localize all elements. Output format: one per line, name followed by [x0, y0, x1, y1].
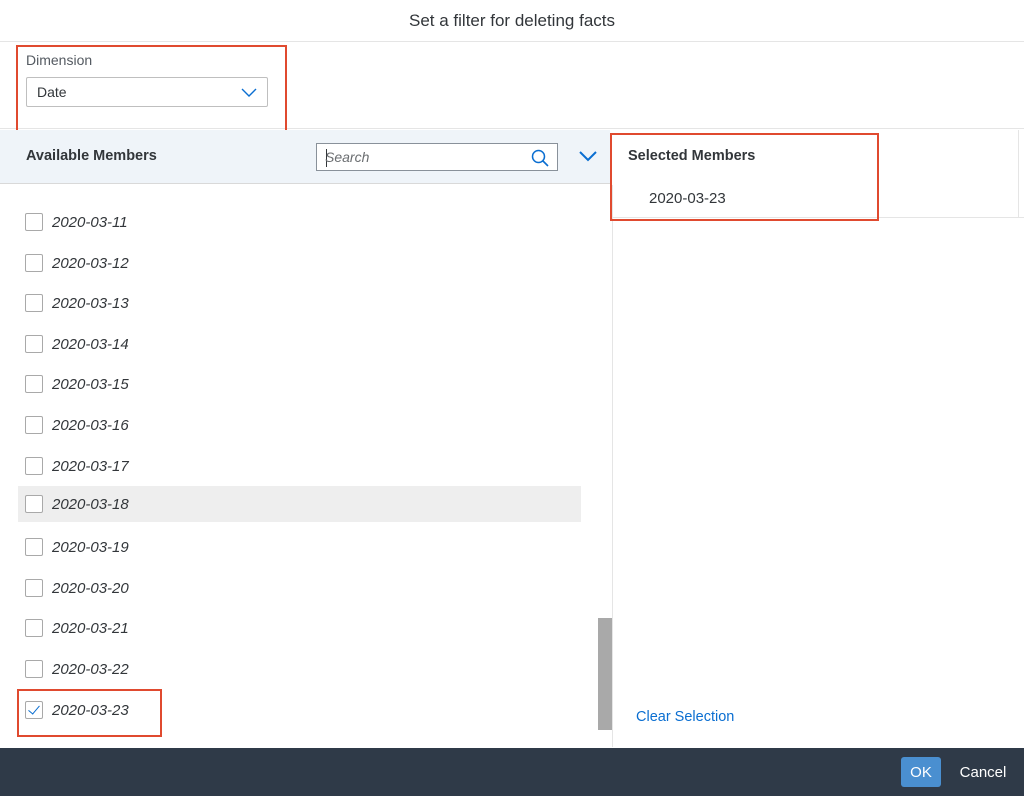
member-label: 2020-03-15 — [52, 375, 129, 393]
member-row[interactable]: 2020-03-11 — [18, 204, 581, 240]
member-row[interactable]: 2020-03-14 — [18, 326, 581, 362]
member-checkbox[interactable] — [25, 538, 43, 556]
member-checkbox-checked[interactable] — [25, 701, 43, 719]
ok-button[interactable]: OK — [901, 757, 941, 787]
member-label: 2020-03-14 — [52, 335, 129, 353]
member-checkbox[interactable] — [25, 457, 43, 475]
dimension-select-value: Date — [37, 84, 67, 100]
member-row[interactable]: 2020-03-12 — [18, 245, 581, 281]
cancel-button[interactable]: Cancel — [950, 757, 1016, 787]
member-checkbox[interactable] — [25, 579, 43, 597]
dialog-title-bar: Set a filter for deleting facts — [0, 0, 1024, 42]
member-label: 2020-03-21 — [52, 619, 129, 637]
member-label: 2020-03-12 — [52, 254, 129, 272]
member-row[interactable]: 2020-03-17 — [18, 448, 581, 484]
member-row[interactable]: 2020-03-23 — [18, 692, 581, 728]
member-checkbox[interactable] — [25, 213, 43, 231]
search-icon[interactable] — [531, 149, 549, 167]
member-row[interactable]: 2020-03-13 — [18, 285, 581, 321]
member-label: 2020-03-20 — [52, 579, 129, 597]
member-checkbox[interactable] — [25, 335, 43, 353]
member-checkbox[interactable] — [25, 294, 43, 312]
member-checkbox[interactable] — [25, 619, 43, 637]
member-checkbox[interactable] — [25, 254, 43, 272]
member-checkbox[interactable] — [25, 416, 43, 434]
available-members-list: 2020-03-11 2020-03-12 2020-03-13 2020-03… — [0, 185, 600, 747]
member-row[interactable]: 2020-03-15 — [18, 366, 581, 402]
member-row[interactable]: 2020-03-16 — [18, 407, 581, 443]
panel-divider — [612, 185, 613, 747]
member-row[interactable]: 2020-03-21 — [18, 610, 581, 646]
selected-members-title: Selected Members — [628, 148, 756, 164]
member-label: 2020-03-11 — [52, 213, 128, 231]
chevron-down-icon[interactable] — [578, 148, 598, 164]
dimension-label: Dimension — [26, 52, 93, 68]
search-field[interactable] — [316, 143, 558, 171]
dialog-title: Set a filter for deleting facts — [409, 10, 615, 30]
selected-members-panel: Selected Members 2020-03-23 — [613, 130, 1024, 218]
member-label: 2020-03-13 — [52, 294, 129, 312]
clear-selection-link[interactable]: Clear Selection — [636, 709, 734, 725]
member-row[interactable]: 2020-03-22 — [18, 651, 581, 687]
available-members-header: Available Members — [0, 130, 610, 184]
member-label: 2020-03-19 — [52, 538, 129, 556]
member-label: 2020-03-22 — [52, 660, 129, 678]
member-label: 2020-03-18 — [52, 495, 129, 513]
member-row[interactable]: 2020-03-20 — [18, 570, 581, 606]
selected-member-item: 2020-03-23 — [649, 190, 726, 207]
available-members-title: Available Members — [26, 148, 157, 164]
chevron-down-icon — [241, 88, 257, 97]
member-row[interactable]: 2020-03-18 — [18, 486, 581, 522]
member-label: 2020-03-23 — [52, 701, 129, 719]
dimension-section: Dimension Date — [0, 43, 1024, 129]
member-checkbox[interactable] — [25, 660, 43, 678]
member-checkbox[interactable] — [25, 495, 43, 513]
member-row[interactable]: 2020-03-19 — [18, 529, 581, 565]
list-scrollbar[interactable] — [598, 618, 612, 730]
panel-edge — [1018, 130, 1019, 218]
dialog-footer: OK Cancel — [0, 748, 1024, 796]
delete-facts-dialog: Set a filter for deleting facts Dimensio… — [0, 0, 1024, 796]
member-label: 2020-03-16 — [52, 416, 129, 434]
dimension-select[interactable]: Date — [26, 77, 268, 107]
search-input[interactable] — [325, 147, 525, 167]
member-checkbox[interactable] — [25, 375, 43, 393]
member-label: 2020-03-17 — [52, 457, 129, 475]
